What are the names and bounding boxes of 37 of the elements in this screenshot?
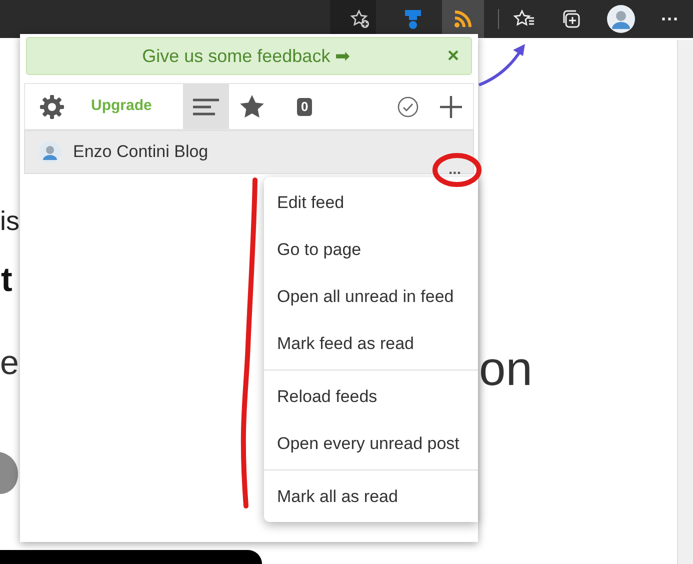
- more-button[interactable]: ...: [448, 163, 461, 177]
- page-text: e: [0, 343, 19, 384]
- menu-item[interactable]: Reload feeds: [264, 373, 478, 420]
- tab[interactable]: [183, 84, 229, 129]
- count-badge: 0: [297, 98, 312, 116]
- favorites-icon[interactable]: [513, 9, 536, 29]
- page-text: is: [0, 205, 20, 238]
- feed-name: Enzo Contini Blog: [73, 141, 208, 164]
- more-button[interactable]: ···: [661, 6, 679, 32]
- menu-item[interactable]: Mark all as read: [264, 473, 478, 520]
- avatar-icon: [39, 141, 61, 163]
- list-icon: [192, 96, 220, 116]
- menu-item[interactable]: Edit feed: [264, 179, 478, 226]
- rss-icon: [453, 9, 474, 29]
- annotation-arrow: [477, 42, 527, 88]
- menu-item[interactable]: Open all unread in feed: [264, 273, 478, 320]
- avatar-icon[interactable]: [607, 5, 636, 33]
- settings-icon[interactable]: [39, 94, 65, 120]
- menu-item[interactable]: Mark feed as read: [264, 320, 478, 367]
- feed-row[interactable]: Enzo Contini Blog ...: [24, 130, 474, 174]
- logo-icon: [0, 450, 18, 496]
- check-icon[interactable]: [397, 96, 419, 118]
- collections-icon[interactable]: [561, 9, 582, 29]
- page-text: t: [1, 260, 12, 300]
- scrollbar[interactable]: [677, 40, 693, 564]
- favorite-add-icon[interactable]: [350, 9, 370, 29]
- close-button[interactable]: ×: [435, 41, 471, 71]
- menu-item[interactable]: Open every unread post: [264, 420, 478, 467]
- extension-button[interactable]: [442, 0, 484, 38]
- extension-icon: [403, 8, 424, 30]
- feedback-banner[interactable]: Give us some feedback ➡ ×: [26, 37, 472, 75]
- feedback-link[interactable]: Give us some feedback ➡: [27, 42, 436, 70]
- star-icon: [239, 94, 265, 120]
- menu-item[interactable]: Go to page: [264, 226, 478, 273]
- page-text: on: [479, 342, 532, 398]
- annotation-circle: [432, 152, 482, 188]
- add-icon[interactable]: [439, 94, 463, 118]
